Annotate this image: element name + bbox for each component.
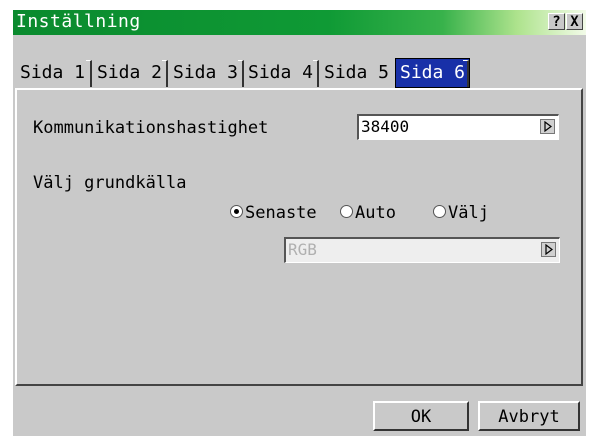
tab-divider	[238, 60, 244, 87]
tab-divider	[313, 60, 319, 87]
comm-speed-value: 38400	[361, 117, 410, 136]
window-title: Inställning	[16, 11, 141, 32]
triangle-right-icon	[545, 244, 553, 255]
default-source-label: Välj grundkälla	[33, 173, 187, 193]
title-bar[interactable]: Inställning ? X	[13, 10, 586, 35]
tab-sida-4[interactable]: Sida 4	[246, 58, 315, 88]
ok-button[interactable]: OK	[373, 401, 469, 431]
radio-checked-icon	[230, 204, 243, 218]
source-select[interactable]: RGB	[284, 237, 560, 263]
comm-speed-label: Kommunikationshastighet	[33, 118, 269, 138]
help-button[interactable]: ?	[548, 13, 565, 30]
radio-unchecked-icon	[340, 204, 353, 218]
triangle-right-icon	[544, 121, 552, 132]
radio-unchecked-icon	[433, 204, 446, 218]
tab-sida-5[interactable]: Sida 5	[322, 58, 391, 88]
tab-sida-6[interactable]: Sida 6	[395, 58, 471, 88]
comm-speed-select[interactable]: 38400	[357, 114, 559, 140]
tab-sida-3[interactable]: Sida 3	[171, 58, 240, 88]
cancel-button[interactable]: Avbryt	[478, 401, 580, 431]
source-value: RGB	[288, 240, 317, 259]
tab-sida-1[interactable]: Sida 1	[18, 58, 87, 88]
close-button[interactable]: X	[566, 13, 583, 30]
dropdown-arrow-button[interactable]	[541, 242, 556, 257]
radio-valj[interactable]: Välj	[433, 203, 489, 223]
radio-senaste[interactable]: Senaste	[230, 203, 317, 223]
radio-valj-label: Välj	[448, 203, 489, 223]
tab-divider	[463, 60, 469, 87]
tab-divider	[86, 60, 92, 87]
tab-sida-2[interactable]: Sida 2	[95, 58, 164, 88]
tab-divider	[162, 60, 168, 87]
dropdown-arrow-button[interactable]	[540, 119, 555, 134]
radio-auto-label: Auto	[355, 203, 396, 223]
settings-dialog: Inställning ? X Sida 1 Sida 2 Sida 3 Sid…	[0, 0, 601, 444]
radio-senaste-label: Senaste	[245, 203, 317, 223]
radio-auto[interactable]: Auto	[340, 203, 396, 223]
